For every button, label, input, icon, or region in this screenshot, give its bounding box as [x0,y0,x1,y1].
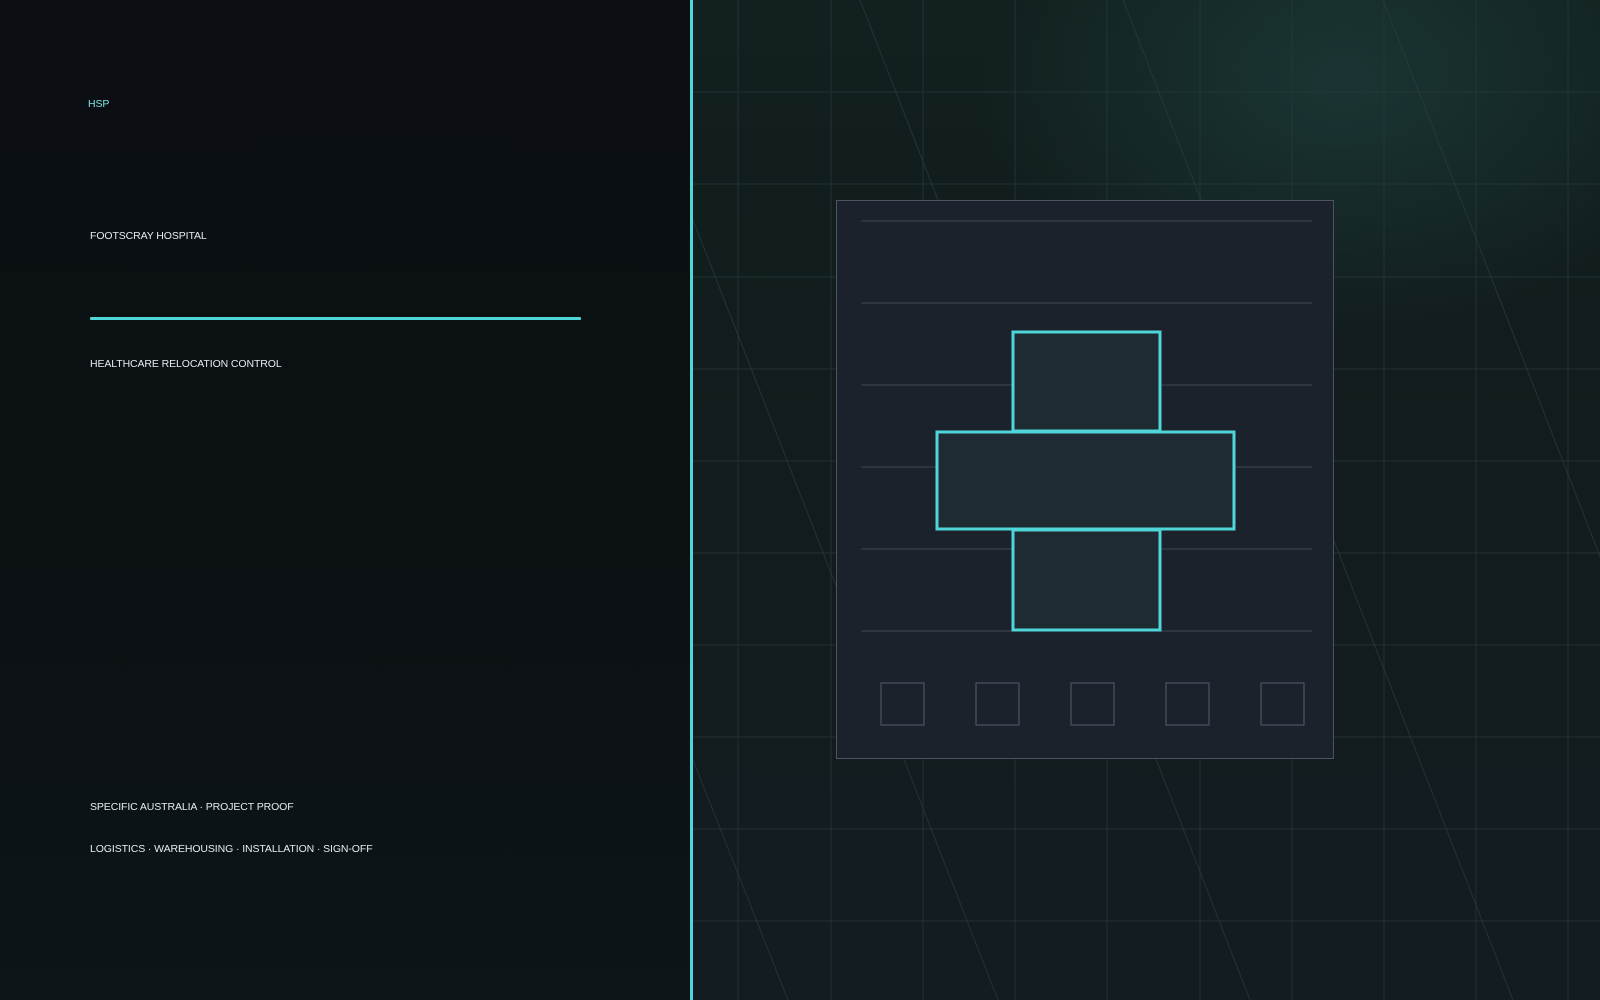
sign-tile [1165,682,1210,726]
left-panel: HSP FOOTSCRAY HOSPITAL HEALTHCARE RELOCA… [0,0,690,1000]
accent-rule [90,317,581,320]
sign-tile [1070,682,1115,726]
medical-cross-icon [935,330,1236,632]
sign-tile-row [880,682,1305,726]
services-line: LOGISTICS · WAREHOUSING · INSTALLATION ·… [90,843,373,855]
hospital-sign-card [836,200,1334,759]
sign-graphic [861,220,1312,726]
sign-tile [1260,682,1305,726]
proof-line: SPECIFIC AUSTRALIA · PROJECT PROOF [90,801,294,813]
brand-label: HSP [88,98,110,110]
page-title: FOOTSCRAY HOSPITAL [90,230,207,242]
page-subtitle: HEALTHCARE RELOCATION CONTROL [90,358,282,370]
sign-tile [975,682,1020,726]
page: HSP FOOTSCRAY HOSPITAL HEALTHCARE RELOCA… [0,0,1600,1000]
sign-tile [880,682,925,726]
